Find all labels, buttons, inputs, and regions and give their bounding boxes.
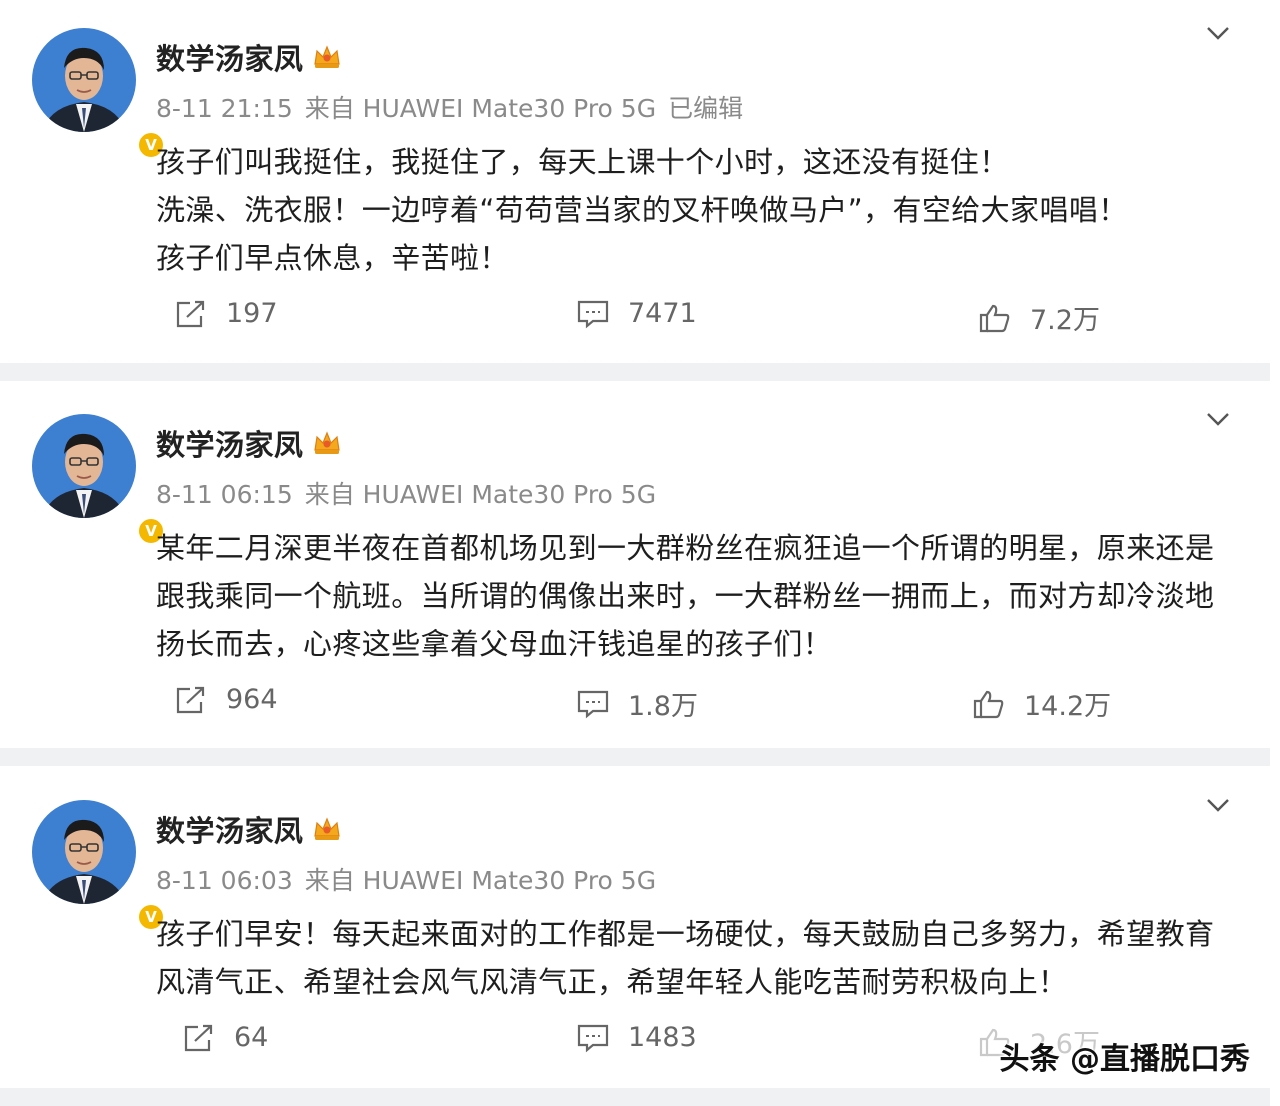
avatar-image	[32, 28, 136, 132]
avatar[interactable]: V	[32, 28, 166, 160]
comment-icon	[577, 1024, 609, 1052]
author-name[interactable]: 数学汤家凤	[156, 808, 304, 850]
repost-count: 64	[234, 1022, 269, 1053]
avatar[interactable]: V	[32, 414, 166, 546]
post-line: 孩子们早点休息，辛苦啦！	[156, 241, 509, 275]
post-meta: 8-11 06:15 来自 HUAWEI Mate30 Pro 5G	[156, 475, 668, 511]
post-time: 8-11 21:15	[156, 94, 293, 123]
author-name[interactable]: 数学汤家凤	[156, 36, 304, 78]
post-content: 某年二月深更半夜在首都机场见到一大群粉丝在疯狂追一个所谓的明星，原来还是 跟我乘…	[156, 524, 1246, 668]
comment-icon	[577, 300, 609, 328]
repost-icon	[176, 300, 205, 327]
post-separator	[0, 748, 1270, 766]
post-line: 洗澡、洗衣服！一边哼着“苟苟营当家的叉杆唤做马户”，有空给大家唱唱！	[156, 193, 1128, 227]
post-content: 孩子们叫我挺住，我挺住了，每天上课十个小时，这还没有挺住！ 洗澡、洗衣服！一边哼…	[156, 138, 1246, 282]
like-button[interactable]: 14.2万	[972, 684, 1111, 723]
post-1: V 数学汤家凤 8-11 21:15 来自 HUAWEI Mate30 Pro 5…	[0, 0, 1280, 363]
repost-icon	[176, 686, 205, 713]
post-line: 孩子们叫我挺住，我挺住了，每天上课十个小时，这还没有挺住！	[156, 145, 1009, 179]
chevron-down-icon[interactable]	[1204, 24, 1232, 42]
repost-button[interactable]: 64	[182, 1022, 268, 1053]
thumbs-up-icon	[979, 304, 1010, 332]
avatar-image	[32, 800, 136, 904]
post-source: 来自 HUAWEI Mate30 Pro 5G	[304, 94, 657, 123]
repost-count: 197	[226, 298, 278, 329]
crown-icon	[314, 45, 340, 68]
post-separator	[0, 363, 1270, 381]
post-line: 扬长而去，心疼这些拿着父母血汗钱追星的孩子们！	[156, 627, 833, 661]
comment-count: 7471	[628, 298, 697, 329]
post-meta: 8-11 06:03 来自 HUAWEI Mate30 Pro 5G	[156, 861, 668, 897]
edited-label: 已编辑	[668, 94, 744, 123]
post-2: V 数学汤家凤 8-11 06:15 来自 HUAWEI Mate30 Pro 5…	[0, 386, 1280, 746]
post-source: 来自 HUAWEI Mate30 Pro 5G	[304, 866, 657, 895]
post-separator	[0, 1088, 1270, 1106]
post-content: 孩子们早安！每天起来面对的工作都是一场硬仗，每天鼓励自己多努力，希望教育 风清气…	[156, 910, 1246, 1006]
action-bar: 964 1.8万 14.2万	[0, 684, 1280, 734]
comment-button[interactable]: 1.8万	[576, 684, 698, 723]
post-line: 跟我乘同一个航班。当所谓的偶像出来时，一大群粉丝一拥而上，而对方却冷淡地	[156, 579, 1215, 613]
comment-button[interactable]: 7471	[576, 298, 697, 329]
post-line: 某年二月深更半夜在首都机场见到一大群粉丝在疯狂追一个所谓的明星，原来还是	[156, 531, 1215, 565]
comment-button[interactable]: 1483	[576, 1022, 697, 1053]
crown-icon	[314, 431, 340, 454]
chevron-down-icon[interactable]	[1204, 796, 1232, 814]
crown-icon	[314, 817, 340, 840]
comment-count: 1.8万	[628, 691, 698, 722]
repost-count: 964	[226, 684, 278, 715]
avatar[interactable]: V	[32, 800, 166, 932]
action-bar: 197 7471 7.2万	[0, 298, 1280, 348]
watermark: 头条 @直播脱口秀	[999, 1042, 1250, 1077]
post-meta: 8-11 21:15 来自 HUAWEI Mate30 Pro 5G 已编辑	[156, 89, 755, 125]
post-line: 孩子们早安！每天起来面对的工作都是一场硬仗，每天鼓励自己多努力，希望教育	[156, 917, 1215, 951]
post-time: 8-11 06:15	[156, 480, 293, 509]
post-line: 风清气正、希望社会风气风清气正，希望年轻人能吃苦耐劳积极向上！	[156, 965, 1068, 999]
like-count: 14.2万	[1024, 691, 1112, 722]
thumbs-up-icon	[973, 690, 1004, 718]
like-button[interactable]: 7.2万	[978, 298, 1100, 337]
post-time: 8-11 06:03	[156, 866, 293, 895]
comment-icon	[577, 690, 609, 718]
post-source: 来自 HUAWEI Mate30 Pro 5G	[304, 480, 657, 509]
comment-count: 1483	[628, 1022, 697, 1053]
like-count: 7.2万	[1030, 305, 1100, 336]
repost-button[interactable]: 964	[174, 684, 278, 715]
author-name[interactable]: 数学汤家凤	[156, 422, 304, 464]
chevron-down-icon[interactable]	[1204, 410, 1232, 428]
avatar-image	[32, 414, 136, 518]
repost-button[interactable]: 197	[174, 298, 278, 329]
repost-icon	[184, 1024, 213, 1051]
